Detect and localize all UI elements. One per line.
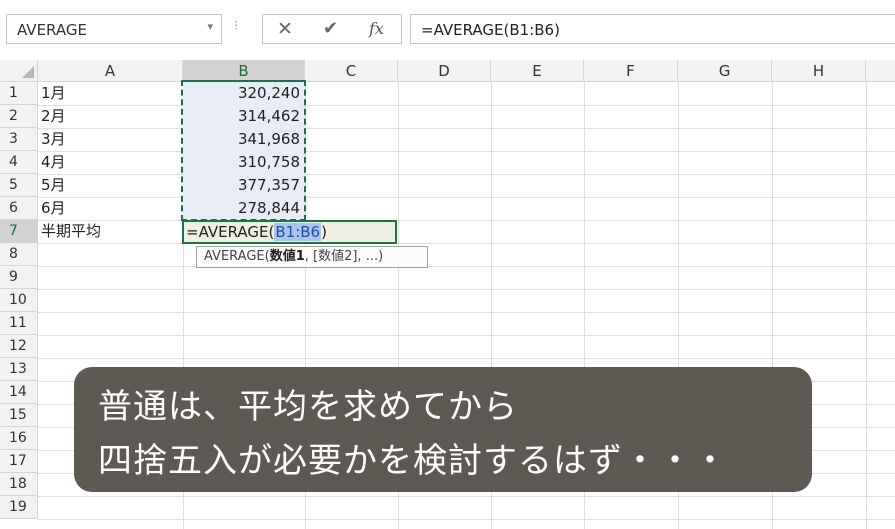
column-header-h[interactable]: H bbox=[772, 60, 866, 82]
row-header-13[interactable]: 13 bbox=[0, 358, 38, 381]
gridline bbox=[38, 289, 895, 290]
row-header-3[interactable]: 3 bbox=[0, 128, 38, 151]
row-header-19[interactable]: 19 bbox=[0, 496, 38, 519]
cell-a4[interactable]: 4月 bbox=[38, 151, 183, 174]
name-box-value: AVERAGE bbox=[17, 21, 87, 39]
cell-a6[interactable]: 6月 bbox=[38, 197, 183, 220]
caption-line-1: 普通は、平均を求めてから bbox=[98, 387, 518, 427]
row-header-14[interactable]: 14 bbox=[0, 381, 38, 404]
cancel-icon[interactable]: ✕ bbox=[277, 18, 293, 40]
select-all-icon bbox=[22, 66, 34, 78]
cell-a1[interactable]: 1月 bbox=[38, 82, 183, 105]
column-header-g[interactable]: G bbox=[678, 60, 772, 82]
row-header-9[interactable]: 9 bbox=[0, 266, 38, 289]
tooltip-current-arg: 数値1 bbox=[269, 249, 305, 264]
row-header-8[interactable]: 8 bbox=[0, 243, 38, 266]
row-header-10[interactable]: 10 bbox=[0, 289, 38, 312]
column-header-a[interactable]: A bbox=[38, 60, 183, 82]
insert-function-icon[interactable]: fx bbox=[369, 19, 384, 38]
row-header-6[interactable]: 6 bbox=[0, 197, 38, 220]
caption-line-2: 四捨五入が必要かを検討するはず・・・ bbox=[98, 441, 728, 481]
reference-marquee bbox=[181, 80, 306, 221]
row-header-2[interactable]: 2 bbox=[0, 105, 38, 128]
function-argument-tooltip[interactable]: AVERAGE(数値1, [数値2], ...) bbox=[196, 246, 428, 268]
formula-buttons: ✕ ✔ fx bbox=[262, 14, 402, 44]
caption-overlay: 普通は、平均を求めてから 四捨五入が必要かを検討するはず・・・ bbox=[74, 367, 812, 492]
gridline bbox=[38, 519, 895, 520]
edit-formula-prefix: =AVERAGE( bbox=[186, 223, 275, 241]
gridline bbox=[866, 82, 867, 529]
edit-formula-suffix: ) bbox=[321, 223, 327, 241]
row-header-17[interactable]: 17 bbox=[0, 450, 38, 473]
row-header-4[interactable]: 4 bbox=[0, 151, 38, 174]
cell-a7[interactable]: 半期平均 bbox=[38, 220, 183, 243]
enter-icon[interactable]: ✔ bbox=[323, 18, 338, 39]
chevron-down-icon[interactable]: ▾ bbox=[207, 20, 213, 33]
column-header-c[interactable]: C bbox=[305, 60, 398, 82]
column-header-f[interactable]: F bbox=[584, 60, 678, 82]
column-header-i[interactable] bbox=[866, 60, 895, 82]
row-header-1[interactable]: 1 bbox=[0, 82, 38, 105]
cell-a3[interactable]: 3月 bbox=[38, 128, 183, 151]
cell-a2[interactable]: 2月 bbox=[38, 105, 183, 128]
row-header-12[interactable]: 12 bbox=[0, 335, 38, 358]
column-header-d[interactable]: D bbox=[398, 60, 491, 82]
formula-text: =AVERAGE(B1:B6) bbox=[421, 21, 560, 39]
drag-handle-icon[interactable]: ⁝ bbox=[234, 18, 239, 34]
cell-b7-edit[interactable]: =AVERAGE(B1:B6) bbox=[186, 222, 327, 243]
formula-bar-area: AVERAGE ▾ ⁝ ✕ ✔ fx =AVERAGE(B1:B6) bbox=[0, 0, 895, 60]
gridline bbox=[38, 496, 895, 497]
gridline bbox=[38, 358, 895, 359]
row-header-5[interactable]: 5 bbox=[0, 174, 38, 197]
row-header-18[interactable]: 18 bbox=[0, 473, 38, 496]
cell-a5[interactable]: 5月 bbox=[38, 174, 183, 197]
row-header-7[interactable]: 7 bbox=[0, 220, 38, 243]
tooltip-rest-args: , [数値2], ...) bbox=[304, 249, 384, 264]
formula-input[interactable]: =AVERAGE(B1:B6) bbox=[410, 14, 895, 44]
row-header-11[interactable]: 11 bbox=[0, 312, 38, 335]
tooltip-function: AVERAGE( bbox=[204, 249, 270, 264]
edit-formula-reference: B1:B6 bbox=[274, 223, 322, 241]
column-header-e[interactable]: E bbox=[491, 60, 584, 82]
select-all-corner[interactable] bbox=[0, 60, 38, 82]
gridline bbox=[38, 335, 895, 336]
column-header-b[interactable]: B bbox=[183, 60, 305, 82]
gridline bbox=[38, 266, 895, 267]
gridline bbox=[38, 312, 895, 313]
gridline bbox=[38, 243, 895, 244]
row-header-15[interactable]: 15 bbox=[0, 404, 38, 427]
name-box[interactable]: AVERAGE ▾ bbox=[6, 14, 222, 44]
row-header-16[interactable]: 16 bbox=[0, 427, 38, 450]
